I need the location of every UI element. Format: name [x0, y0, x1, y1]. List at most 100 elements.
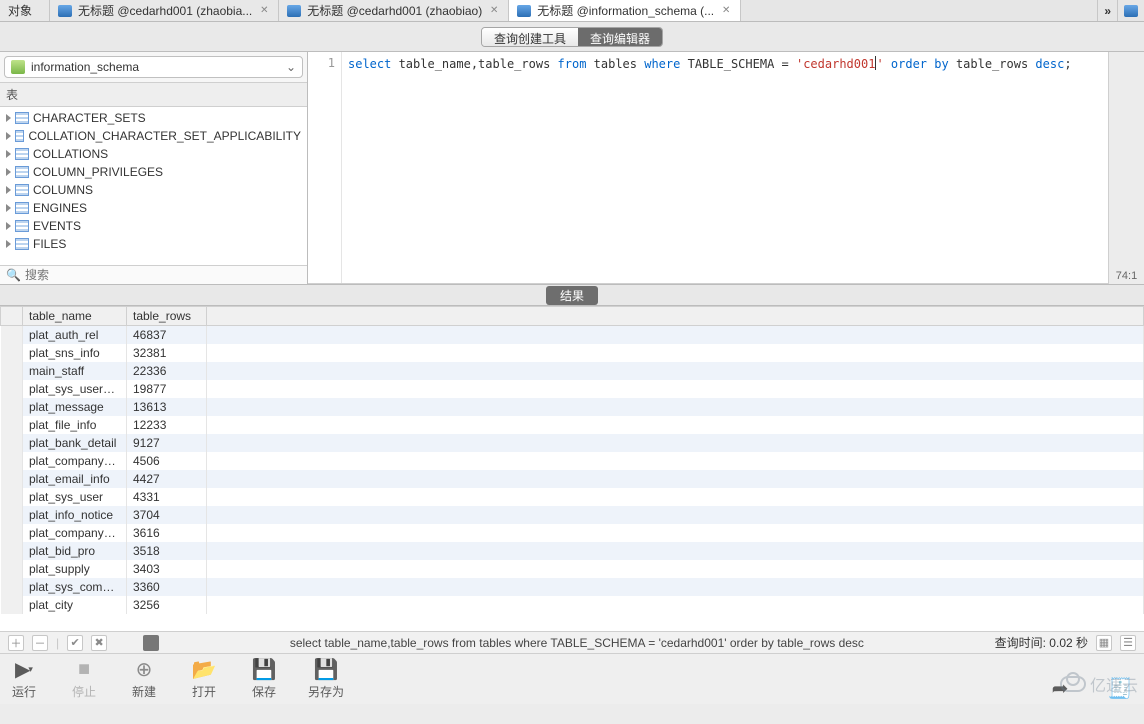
- table-row[interactable]: plat_bank_detail9127: [1, 434, 1144, 452]
- add-row-button[interactable]: ＋: [8, 635, 24, 651]
- mode-editor-button[interactable]: 查询编辑器: [578, 28, 662, 46]
- tab-overflow-button[interactable]: »: [1098, 0, 1118, 21]
- tree-item[interactable]: FILES: [0, 235, 307, 253]
- table-row[interactable]: plat_email_info4427: [1, 470, 1144, 488]
- close-icon[interactable]: ✕: [720, 5, 732, 17]
- cell[interactable]: 9127: [127, 434, 207, 452]
- tree-item-label: COLUMNS: [33, 183, 93, 197]
- cell[interactable]: plat_message: [23, 398, 127, 416]
- cell[interactable]: plat_company_ach: [23, 452, 127, 470]
- search-input[interactable]: [25, 268, 301, 282]
- line-gutter: 1: [308, 52, 342, 283]
- tree-item[interactable]: COLLATION_CHARACTER_SET_APPLICABILITY: [0, 127, 307, 145]
- mode-builder-button[interactable]: 查询创建工具: [482, 28, 578, 46]
- cell[interactable]: 3360: [127, 578, 207, 596]
- table-row[interactable]: plat_sys_user_reco19877: [1, 380, 1144, 398]
- table-row[interactable]: plat_file_info12233: [1, 416, 1144, 434]
- cell[interactable]: 3616: [127, 524, 207, 542]
- document-tab[interactable]: 无标题 @information_schema (...✕: [509, 0, 741, 21]
- tree-item[interactable]: EVENTS: [0, 217, 307, 235]
- cell[interactable]: plat_email_info: [23, 470, 127, 488]
- cell[interactable]: main_staff: [23, 362, 127, 380]
- caret-icon: [6, 150, 11, 158]
- cell[interactable]: 19877: [127, 380, 207, 398]
- close-icon[interactable]: ✕: [258, 5, 270, 17]
- save-as-button[interactable]: 💾 另存为: [308, 657, 344, 700]
- table-row[interactable]: plat_sns_info32381: [1, 344, 1144, 362]
- tree-item[interactable]: COLUMN_PRIVILEGES: [0, 163, 307, 181]
- cell[interactable]: plat_info_notice: [23, 506, 127, 524]
- grid-view-button[interactable]: ▦: [1096, 635, 1112, 651]
- tree-item[interactable]: ENGINES: [0, 199, 307, 217]
- cell[interactable]: plat_sns_info: [23, 344, 127, 362]
- cell[interactable]: 32381: [127, 344, 207, 362]
- commit-button[interactable]: ✔: [67, 635, 83, 651]
- column-header[interactable]: table_name: [23, 307, 127, 326]
- cell[interactable]: 22336: [127, 362, 207, 380]
- tab-new-icon[interactable]: [1118, 0, 1144, 21]
- cell[interactable]: 4427: [127, 470, 207, 488]
- cell[interactable]: 4331: [127, 488, 207, 506]
- cell[interactable]: plat_sys_user: [23, 488, 127, 506]
- cell[interactable]: plat_city: [23, 596, 127, 614]
- tree-item-label: COLLATIONS: [33, 147, 108, 161]
- close-icon[interactable]: ✕: [488, 5, 500, 17]
- document-tab[interactable]: 无标题 @cedarhd001 (zhaobia...✕: [50, 0, 279, 21]
- tree-item[interactable]: CHARACTER_SETS: [0, 109, 307, 127]
- cell[interactable]: plat_sys_company: [23, 578, 127, 596]
- form-view-button[interactable]: ☰: [1120, 635, 1136, 651]
- sql-file-icon: [287, 5, 301, 17]
- caret-icon: [6, 204, 11, 212]
- table-row[interactable]: plat_sys_user4331: [1, 488, 1144, 506]
- code-area[interactable]: select table_name,table_rows from tables…: [342, 52, 1108, 283]
- stop-small-button[interactable]: [143, 635, 159, 651]
- share-button[interactable]: ➦: [1044, 676, 1076, 700]
- table-row[interactable]: plat_company_atta3616: [1, 524, 1144, 542]
- stop-icon: ■: [70, 657, 98, 681]
- cancel-button[interactable]: ✖: [91, 635, 107, 651]
- cell[interactable]: plat_sys_user_reco: [23, 380, 127, 398]
- cell[interactable]: plat_file_info: [23, 416, 127, 434]
- table-row[interactable]: plat_sys_company3360: [1, 578, 1144, 596]
- table-tree[interactable]: CHARACTER_SETSCOLLATION_CHARACTER_SET_AP…: [0, 107, 307, 265]
- cell[interactable]: 13613: [127, 398, 207, 416]
- tree-item[interactable]: COLLATIONS: [0, 145, 307, 163]
- log-button[interactable]: 🧾: [1104, 676, 1136, 700]
- cell[interactable]: 3518: [127, 542, 207, 560]
- results-tab[interactable]: 结果: [546, 286, 598, 305]
- sql-editor[interactable]: 1 select table_name,table_rows from tabl…: [308, 52, 1108, 284]
- table-row[interactable]: plat_info_notice3704: [1, 506, 1144, 524]
- cell[interactable]: 3256: [127, 596, 207, 614]
- cell[interactable]: 3704: [127, 506, 207, 524]
- document-tabs: 对象无标题 @cedarhd001 (zhaobia...✕无标题 @cedar…: [0, 0, 1144, 22]
- caret-icon: [6, 240, 11, 248]
- table-row[interactable]: plat_auth_rel46837: [1, 326, 1144, 345]
- table-row[interactable]: plat_company_ach4506: [1, 452, 1144, 470]
- new-button[interactable]: ⊕ 新建: [128, 657, 160, 700]
- cell[interactable]: 12233: [127, 416, 207, 434]
- document-tab[interactable]: 对象: [0, 0, 50, 21]
- column-header[interactable]: table_rows: [127, 307, 207, 326]
- schema-selector[interactable]: information_schema ⌄: [4, 56, 303, 78]
- table-row[interactable]: plat_city3256: [1, 596, 1144, 614]
- document-tab[interactable]: 无标题 @cedarhd001 (zhaobiao)✕: [279, 0, 509, 21]
- cell[interactable]: 46837: [127, 326, 207, 345]
- table-row[interactable]: main_staff22336: [1, 362, 1144, 380]
- cell[interactable]: 4506: [127, 452, 207, 470]
- cell[interactable]: plat_bid_pro: [23, 542, 127, 560]
- tree-item[interactable]: COLUMNS: [0, 181, 307, 199]
- cell[interactable]: 3403: [127, 560, 207, 578]
- table-row[interactable]: plat_bid_pro3518: [1, 542, 1144, 560]
- cell[interactable]: plat_bank_detail: [23, 434, 127, 452]
- save-button[interactable]: 💾 保存: [248, 657, 280, 700]
- schema-name: information_schema: [31, 60, 139, 74]
- cell[interactable]: plat_supply: [23, 560, 127, 578]
- cell[interactable]: plat_auth_rel: [23, 326, 127, 345]
- results-grid-wrap[interactable]: table_nametable_rows plat_auth_rel46837p…: [0, 306, 1144, 632]
- cell[interactable]: plat_company_atta: [23, 524, 127, 542]
- remove-row-button[interactable]: －: [32, 635, 48, 651]
- table-row[interactable]: plat_supply3403: [1, 560, 1144, 578]
- table-row[interactable]: plat_message13613: [1, 398, 1144, 416]
- run-button[interactable]: ▶▾ 运行: [8, 657, 40, 700]
- open-button[interactable]: 📂 打开: [188, 657, 220, 700]
